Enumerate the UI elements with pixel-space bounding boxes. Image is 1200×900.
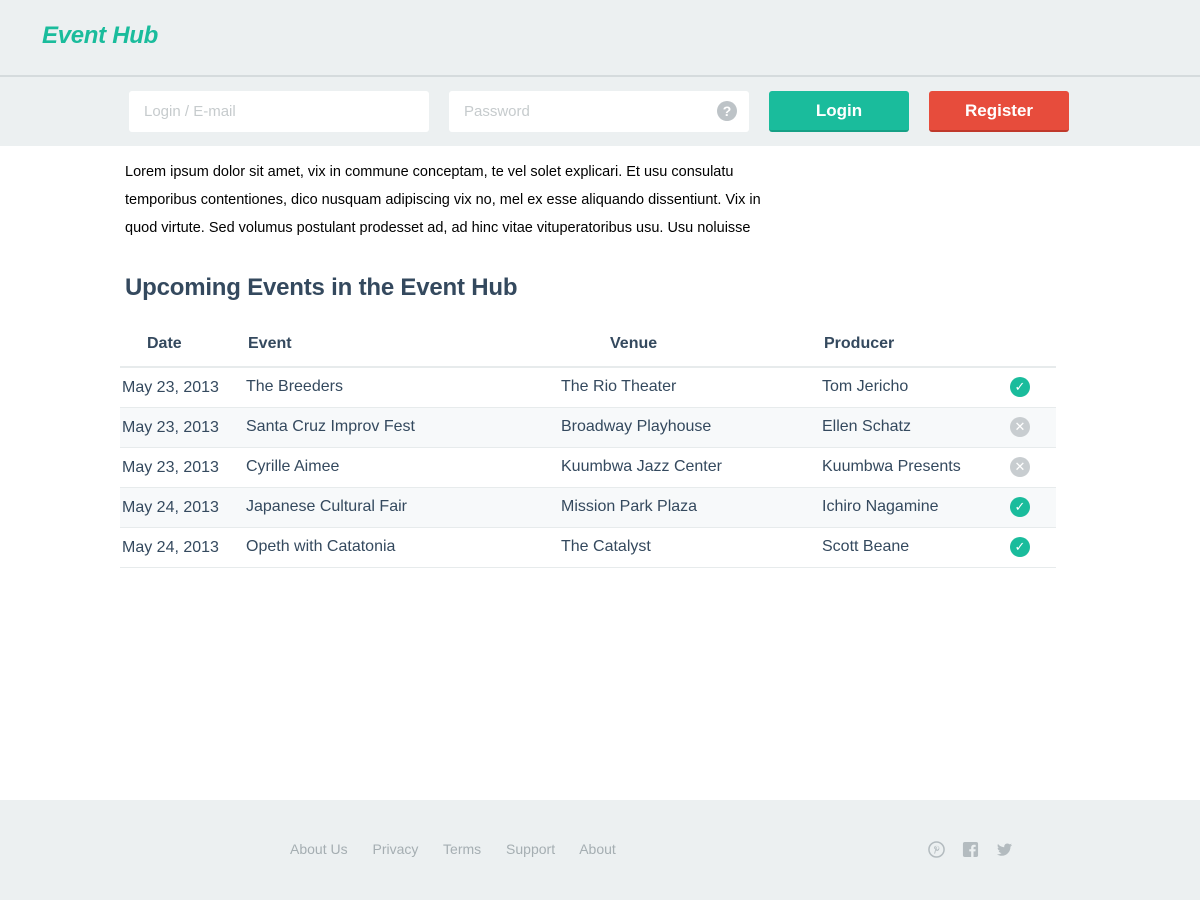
table-row[interactable]: May 23, 2013 Cyrille Aimee Kuumbwa Jazz … [120, 447, 1056, 488]
event-name: Opeth with Catatonia [246, 527, 561, 568]
x-circle-icon[interactable]: ✕ [1010, 417, 1030, 437]
site-header: Event Hub [0, 0, 1200, 77]
status-cell: ✕ [1010, 447, 1056, 488]
table-header-row: Date Event Venue Producer [120, 321, 1056, 368]
password-input[interactable] [449, 91, 749, 132]
check-circle-icon[interactable]: ✓ [1010, 497, 1030, 517]
twitter-icon[interactable] [996, 841, 1013, 858]
footer-link-terms[interactable]: Terms [443, 841, 481, 857]
footer-link-support[interactable]: Support [506, 841, 555, 857]
event-venue: The Rio Theater [561, 367, 822, 408]
login-bar: ? Login Register [0, 77, 1200, 146]
event-venue: Kuumbwa Jazz Center [561, 447, 822, 488]
column-header-status [1010, 321, 1056, 368]
login-button[interactable]: Login [769, 91, 909, 132]
event-producer: Kuumbwa Presents [822, 447, 1010, 488]
x-circle-icon[interactable]: ✕ [1010, 457, 1030, 477]
events-title: Upcoming Events in the Event Hub [125, 274, 518, 301]
event-date: May 24, 2013 [120, 487, 246, 528]
status-cell: ✓ [1010, 487, 1056, 528]
table-row[interactable]: May 24, 2013 Japanese Cultural Fair Miss… [120, 487, 1056, 528]
help-icon[interactable]: ? [717, 101, 737, 121]
footer-link-about-us[interactable]: About Us [290, 841, 348, 857]
table-row[interactable]: May 23, 2013 The Breeders The Rio Theate… [120, 367, 1056, 408]
event-name: Japanese Cultural Fair [246, 487, 561, 528]
event-producer: Ellen Schatz [822, 407, 1010, 448]
login-email-input[interactable] [129, 91, 429, 132]
footer-nav: About Us Privacy Terms Support About [290, 841, 637, 857]
intro-text: Lorem ipsum dolor sit amet, vix in commu… [125, 164, 761, 236]
event-producer: Scott Beane [822, 527, 1010, 568]
event-venue: Mission Park Plaza [561, 487, 822, 528]
event-date: May 24, 2013 [120, 527, 246, 568]
event-name: Cyrille Aimee [246, 447, 561, 488]
status-cell: ✓ [1010, 527, 1056, 568]
table-row[interactable]: May 24, 2013 Opeth with Catatonia The Ca… [120, 527, 1056, 568]
event-venue: Broadway Playhouse [561, 407, 822, 448]
event-date: May 23, 2013 [120, 447, 246, 488]
column-header-event[interactable]: Event [246, 321, 561, 368]
pinterest-icon[interactable] [928, 841, 945, 858]
column-header-venue[interactable]: Venue [561, 321, 822, 368]
event-name: The Breeders [246, 367, 561, 408]
check-circle-icon[interactable]: ✓ [1010, 537, 1030, 557]
password-field-wrapper: ? [449, 91, 749, 132]
column-header-producer[interactable]: Producer [822, 321, 1010, 368]
footer-link-privacy[interactable]: Privacy [372, 841, 418, 857]
event-name: Santa Cruz Improv Fest [246, 407, 561, 448]
event-date: May 23, 2013 [120, 367, 246, 408]
event-venue: The Catalyst [561, 527, 822, 568]
status-cell: ✕ [1010, 407, 1056, 448]
event-producer: Ichiro Nagamine [822, 487, 1010, 528]
event-producer: Tom Jericho [822, 367, 1010, 408]
login-field-wrapper [129, 91, 429, 132]
brand-logo[interactable]: Event Hub [42, 22, 158, 50]
status-cell: ✓ [1010, 367, 1056, 408]
footer-link-about[interactable]: About [579, 841, 616, 857]
column-header-date[interactable]: Date [120, 321, 246, 368]
site-footer: About Us Privacy Terms Support About [0, 800, 1200, 900]
table-row[interactable]: May 23, 2013 Santa Cruz Improv Fest Broa… [120, 407, 1056, 448]
register-button[interactable]: Register [929, 91, 1069, 132]
check-circle-icon[interactable]: ✓ [1010, 377, 1030, 398]
event-date: May 23, 2013 [120, 407, 246, 448]
facebook-icon[interactable] [962, 841, 979, 858]
events-table: Date Event Venue Producer May 23, 2013 T… [120, 321, 1056, 568]
